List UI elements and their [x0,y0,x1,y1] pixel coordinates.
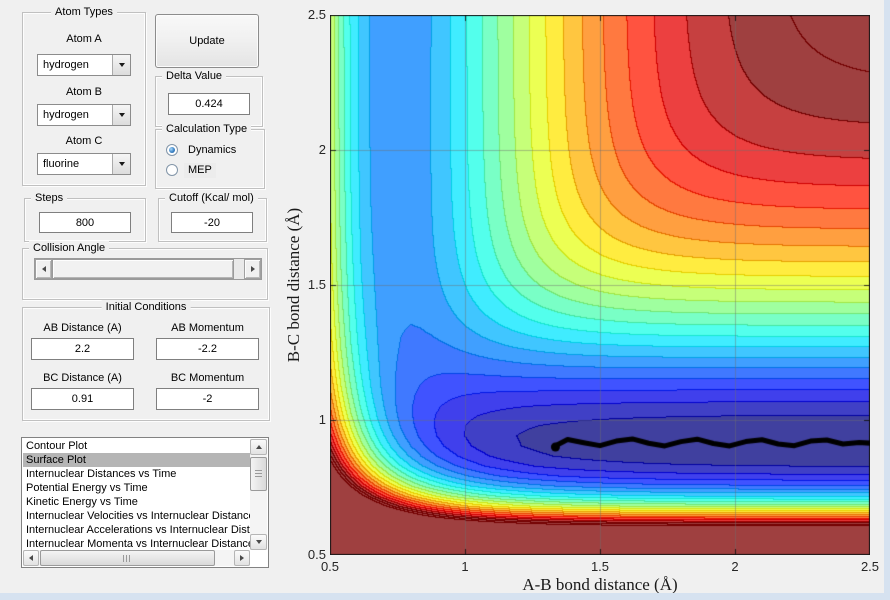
dropdown-value: hydrogen [43,109,89,121]
steps-title: Steps [31,191,68,205]
y-tick-label: 2.5 [307,7,326,22]
calculation-type-panel: Calculation Type Dynamics MEP [155,122,265,189]
x-tick-label: 1 [461,559,469,574]
list-item[interactable]: Surface Plot [23,453,250,467]
radio-label: MEP [184,162,216,178]
atom-b-dropdown[interactable]: hydrogen [37,104,131,126]
y-tick-label: 2 [318,142,326,157]
ic-label-3: BC Momentum [170,372,245,384]
ic-field-1[interactable] [156,338,259,360]
scroll-grip-icon [123,554,132,562]
ic-label-0: AB Distance (A) [43,322,122,334]
scroll-grip-icon [255,469,262,479]
vertical-scroll-thumb[interactable] [250,457,267,491]
atom-types-panel: Atom Types Atom A hydrogen Atom B hydrogen A… [22,5,146,186]
chevron-down-icon [118,162,125,166]
cutoff-field[interactable] [171,212,253,233]
ic-label-2: BC Distance (A) [43,372,122,384]
cutoff-title: Cutoff (Kcal/ mol) [165,191,258,205]
atom-types-title: Atom Types [51,5,117,19]
radio-unselected-icon[interactable] [166,164,178,176]
atom-a-dropdown[interactable]: hydrogen [37,54,131,76]
listbox-horizontal-scrollbar[interactable] [23,550,250,566]
ic-label-1: AB Momentum [171,322,244,334]
initial-conditions-panel: Initial Conditions AB Distance (A) AB Mom… [22,300,270,421]
window-border-bottom [0,593,890,600]
list-item[interactable]: Internuclear Distances vs Time [23,467,250,481]
y-tick-label: 1 [318,412,326,427]
slider-thumb[interactable] [52,259,234,279]
dropdown-value: hydrogen [43,59,89,71]
scroll-right-button[interactable] [234,550,250,566]
x-tick-label: 1.5 [590,559,610,574]
y-tick-label: 0.5 [307,547,326,562]
collision-angle-panel: Collision Angle [22,241,268,300]
initial-conditions-title: Initial Conditions [101,300,191,314]
up-arrow-icon [255,445,262,449]
update-button[interactable]: Update [155,14,259,68]
collision-angle-slider[interactable] [34,258,262,280]
scroll-left-button[interactable] [23,550,39,566]
dropdown-arrow-button[interactable] [112,154,130,174]
atom-b-label: Atom B [65,86,103,98]
ic-field-3[interactable] [156,388,259,410]
contour-plot-axes [329,14,871,556]
right-arrow-icon [240,555,244,561]
y-axis-label: B-C bond distance (Å) [284,207,303,363]
chevron-down-icon [118,113,125,117]
calculation-type-title: Calculation Type [162,122,252,136]
list-item[interactable]: Contour Plot [23,439,250,453]
scroll-up-button[interactable] [250,439,267,455]
application-window: { "window": { "background": "#f0f0f0", "… [0,0,890,600]
atom-c-label: Atom C [65,135,103,147]
down-arrow-icon [255,540,262,544]
plot-type-items: Contour Plot Surface Plot Internuclear Dis… [23,439,250,550]
atom-a-label: Atom A [66,33,102,45]
dropdown-value: fluorine [43,158,80,170]
radio-selected-icon[interactable] [166,144,178,156]
contour-plot-canvas [330,15,870,555]
radio-mep[interactable]: MEP [166,162,216,178]
left-arrow-icon [29,555,33,561]
delta-value-panel: Delta Value [155,69,263,127]
horizontal-scroll-thumb[interactable] [40,550,215,566]
delta-value-field[interactable] [168,93,250,115]
plot-type-listbox[interactable]: Contour Plot Surface Plot Internuclear Dis… [21,437,269,568]
list-item[interactable]: Internuclear Momenta vs Internuclear Dis… [23,537,250,550]
ic-field-2[interactable] [31,388,134,410]
collision-angle-title: Collision Angle [29,241,110,255]
dropdown-arrow-button[interactable] [112,55,130,75]
steps-field[interactable] [39,212,131,233]
slider-left-arrow-button[interactable] [35,259,52,279]
list-item[interactable]: Kinetic Energy vs Time [23,495,250,509]
atom-c-dropdown[interactable]: fluorine [37,153,131,175]
left-arrow-icon [41,266,46,272]
x-tick-label: 2 [731,559,739,574]
radio-dynamics[interactable]: Dynamics [166,142,240,158]
x-axis-label: A-B bond distance (Å) [522,575,678,594]
radio-label: Dynamics [188,143,237,156]
ic-field-0[interactable] [31,338,134,360]
slider-right-arrow-button[interactable] [244,259,261,279]
list-item[interactable]: Internuclear Velocities vs Internuclear … [23,509,250,523]
list-item[interactable]: Internuclear Accelerations vs Internucle… [23,523,250,537]
delta-value-title: Delta Value [162,69,227,83]
window-border-right [884,0,890,600]
scroll-down-button[interactable] [250,534,267,550]
steps-panel: Steps [24,191,146,242]
listbox-vertical-scrollbar[interactable] [250,439,267,550]
list-item[interactable]: Potential Energy vs Time [23,481,250,495]
dropdown-arrow-button[interactable] [112,105,130,125]
right-arrow-icon [250,266,255,272]
cutoff-panel: Cutoff (Kcal/ mol) [158,191,267,242]
chevron-down-icon [118,63,125,67]
